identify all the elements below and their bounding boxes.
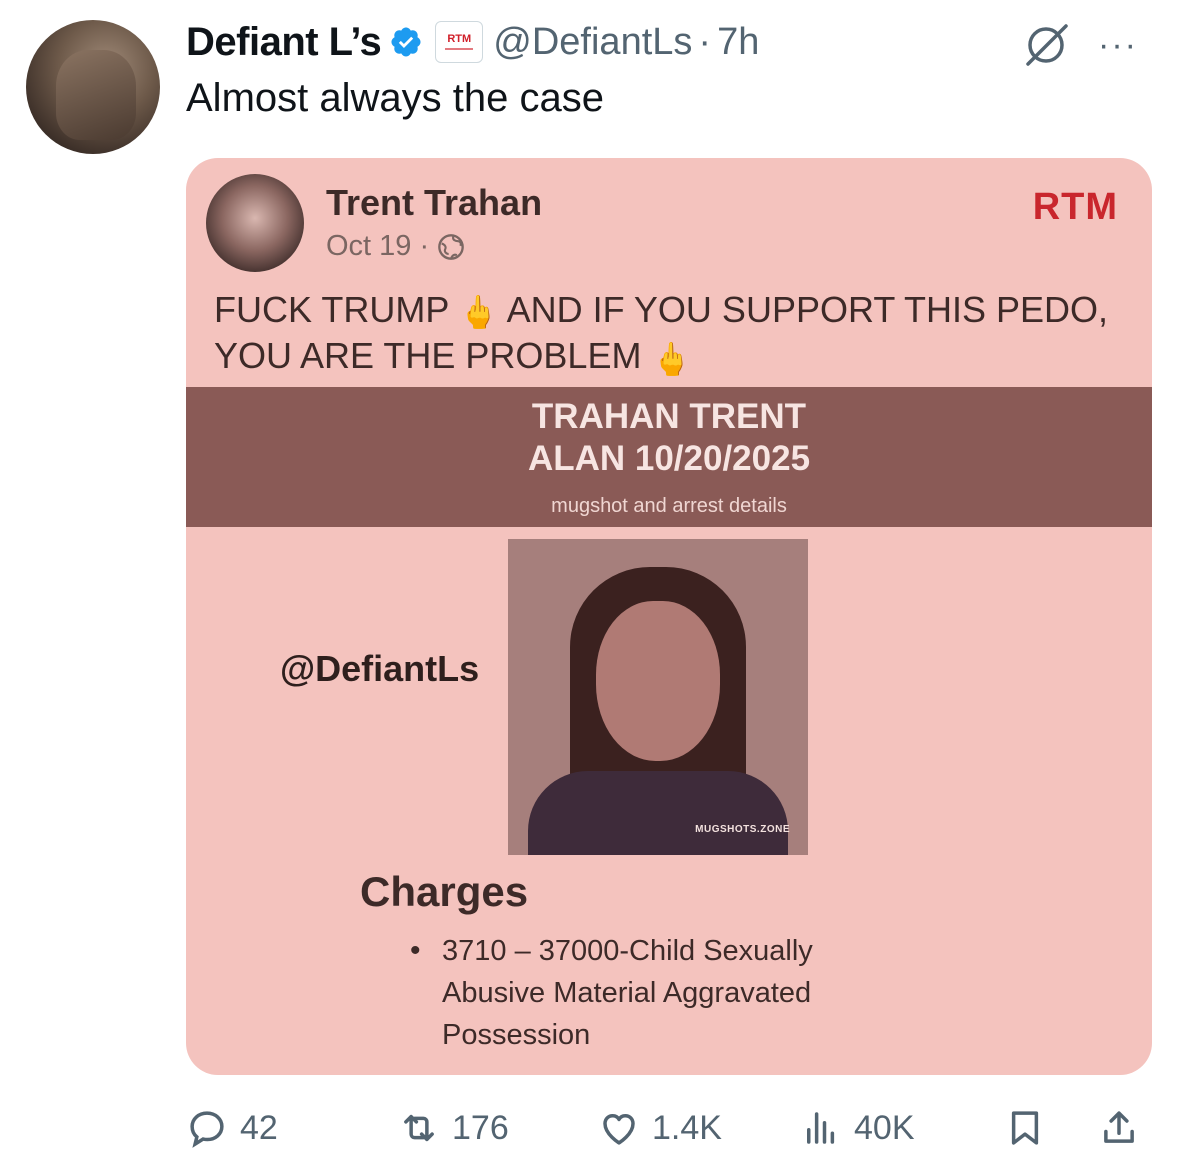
reply-count: 42 — [240, 1108, 278, 1147]
repost-icon — [404, 1114, 434, 1142]
post-date-text: Oct 19 · — [326, 230, 430, 262]
tweet-text: Almost always the case — [186, 76, 604, 120]
post-date: Oct 19 · — [326, 230, 465, 263]
share-button[interactable] — [1098, 1100, 1152, 1156]
mugshot-face — [596, 601, 720, 761]
bookmark-button[interactable] — [1004, 1100, 1058, 1156]
middle-finger-emoji-icon: 🖕 — [458, 294, 499, 331]
more-options-icon[interactable]: ··· — [1098, 26, 1138, 65]
affiliate-badge[interactable]: RTM — [435, 21, 484, 63]
repost-count: 176 — [452, 1108, 509, 1147]
reply-button[interactable]: 42 — [186, 1100, 278, 1156]
watermark: @DefiantLs — [280, 648, 480, 689]
post-author-name: Trent Trahan — [326, 182, 543, 223]
mugshot-source-tag: MUGSHOTS.ZONE — [695, 824, 790, 835]
separator: · — [698, 20, 712, 63]
action-bar: 42 176 1.4K 40K — [0, 1100, 1179, 1160]
mugshot-shirt — [528, 771, 788, 855]
affiliate-badge-stripe — [445, 48, 474, 50]
views-button[interactable]: 40K — [800, 1100, 915, 1156]
like-count: 1.4K — [652, 1108, 722, 1147]
heart-icon — [603, 1114, 635, 1145]
brand-logo: RTM — [1032, 186, 1118, 228]
views-count: 40K — [854, 1108, 915, 1147]
avatar-figure — [56, 50, 136, 140]
handle[interactable]: @DefiantLs — [493, 21, 692, 64]
author-avatar[interactable] — [26, 20, 160, 154]
display-name[interactable]: Defiant L’s — [186, 20, 382, 65]
like-button[interactable]: 1.4K — [598, 1100, 722, 1156]
grok-icon[interactable] — [1020, 22, 1072, 68]
reply-icon — [190, 1111, 224, 1148]
banner-title-line1: TRAHAN TRENT — [531, 397, 807, 436]
post-text-part1: FUCK TRUMP — [214, 289, 449, 330]
timestamp[interactable]: 7h — [717, 21, 759, 64]
banner-subtitle: mugshot and arrest details — [551, 495, 787, 517]
globe-icon — [438, 233, 464, 260]
bookmark-icon — [1011, 1111, 1039, 1145]
views-icon — [807, 1112, 835, 1144]
charge-item: 3710 – 37000-Child Sexually Abusive Mate… — [442, 935, 813, 1051]
post-text: FUCK TRUMP 🖕 AND IF YOU SUPPORT THIS PED… — [214, 288, 1134, 381]
tweet-header: Defiant L’s RTM @DefiantLs · 7h — [186, 14, 759, 70]
bullet-icon: • — [410, 934, 421, 967]
mugshot-banner: TRAHAN TRENT ALAN 10/20/2025 mugshot and… — [186, 387, 1152, 527]
affiliate-badge-label: RTM — [447, 33, 472, 45]
verified-badge-icon — [391, 27, 421, 57]
repost-button[interactable]: 176 — [398, 1100, 509, 1156]
post-author-avatar — [206, 174, 304, 272]
mugshot-photo: MUGSHOTS.ZONE — [508, 539, 808, 855]
charges-heading: Charges — [360, 868, 529, 915]
banner-title-line2: ALAN 10/20/2025 — [527, 439, 811, 478]
middle-finger-emoji-icon: 🖕 — [651, 340, 692, 377]
tweet-media-image[interactable]: Trent Trahan Oct 19 · RTM FUCK TRUMP 🖕 A… — [186, 158, 1152, 1075]
share-icon — [1104, 1111, 1134, 1143]
